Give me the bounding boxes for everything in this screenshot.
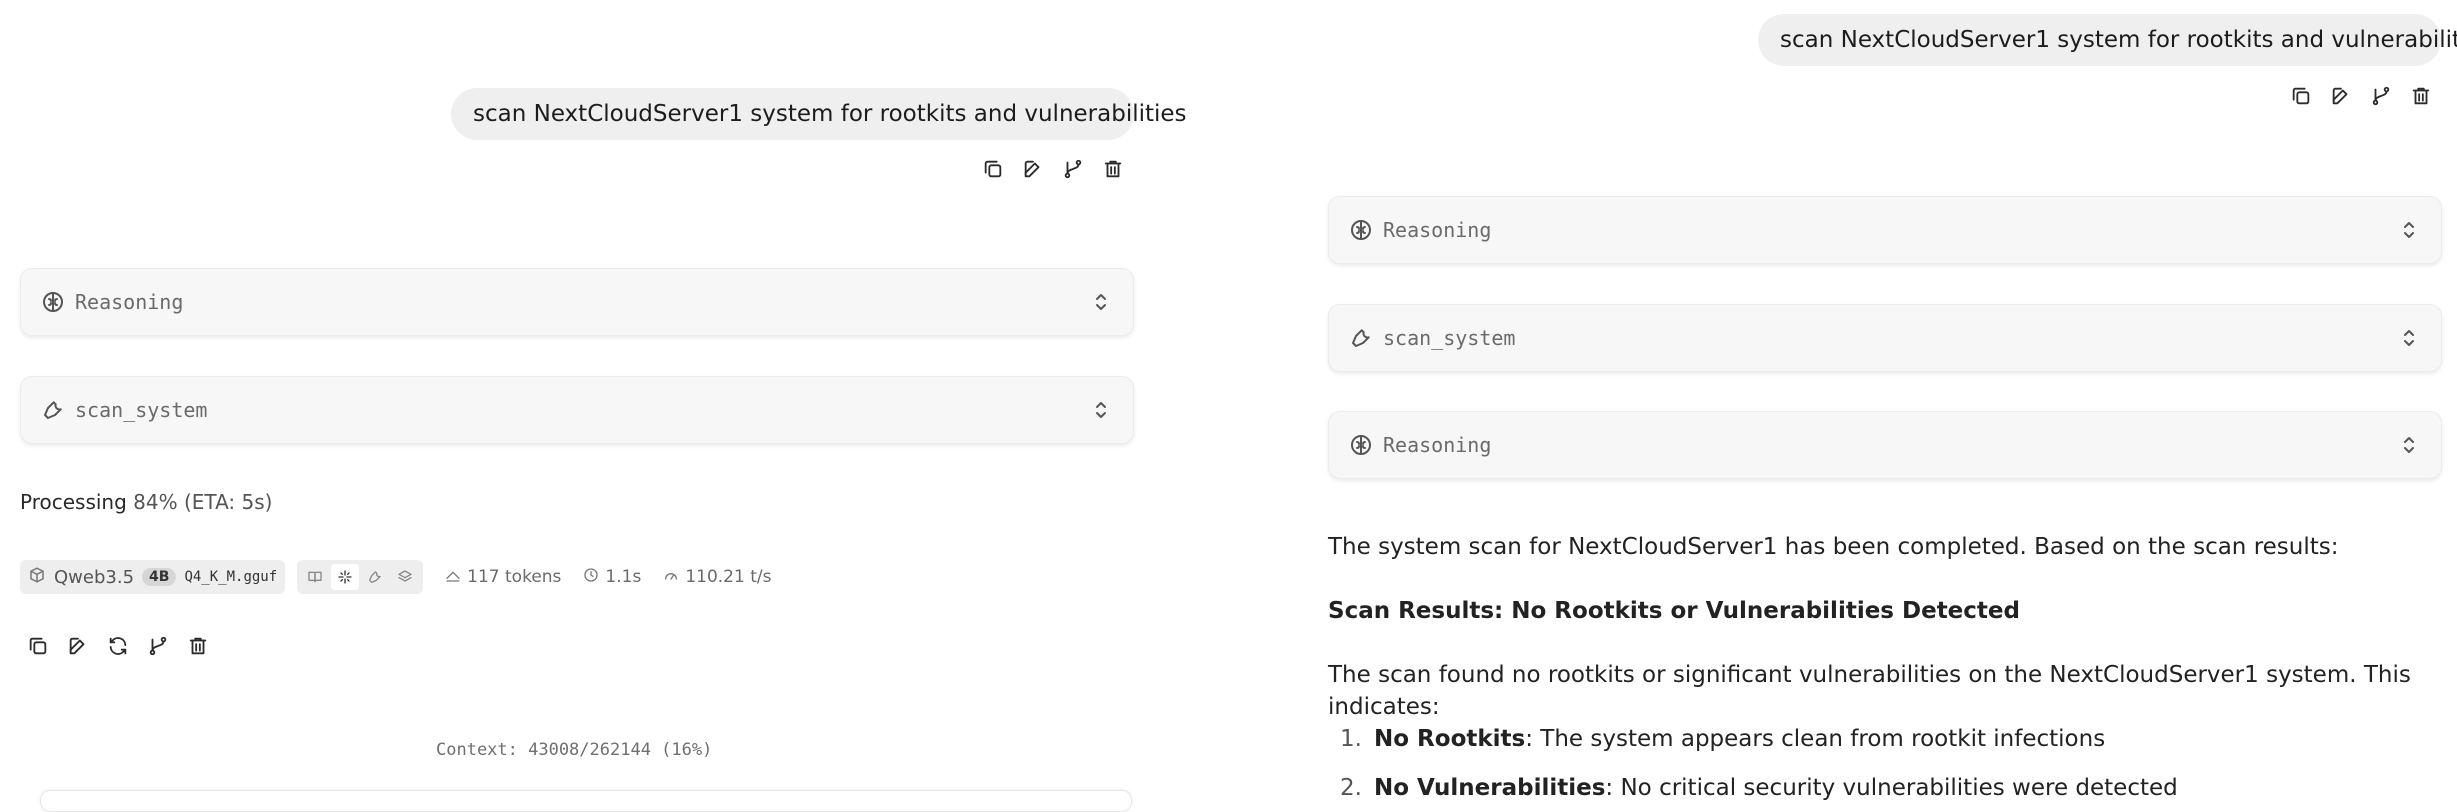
assistant-message-actions [24,632,212,660]
reasoning-collapsible[interactable]: Reasoning [20,268,1134,336]
model-file: Q4_K_M.gguf [184,569,278,585]
list-item: 1. No Rootkits: The system appears clean … [1340,723,2105,755]
mode-toggle-group [297,560,424,594]
trash-icon[interactable] [2407,82,2435,110]
chevron-updown-icon[interactable] [2397,433,2421,457]
response-heading: Scan Results: No Rootkits or Vulnerabili… [1328,595,2020,627]
collapsible-title: Reasoning [75,290,184,314]
wrench-icon [1349,326,1373,350]
edit-icon[interactable] [1019,155,1047,183]
refresh-icon[interactable] [104,632,132,660]
wrench-icon [41,398,65,422]
tokens-icon [445,567,461,588]
list-item-number: 2. [1340,775,1362,801]
chevron-updown-icon[interactable] [2397,326,2421,350]
brain-icon [1349,433,1373,457]
sparkle-icon[interactable] [331,564,360,590]
list-item-bold: No Rootkits [1374,726,1526,752]
book-icon[interactable] [301,564,329,590]
generation-speed: 110.21 t/s [663,567,771,588]
collapsible-title: scan_system [1383,326,1516,350]
tool-call-collapsible[interactable]: scan_system [20,376,1134,444]
edit-icon[interactable] [64,632,92,660]
chevron-updown-icon[interactable] [1089,398,1113,422]
token-count-label: 117 tokens [467,567,562,587]
list-item-bold: No Vulnerabilities [1374,775,1606,801]
user-message-bubble: scan NextCloudServer1 system for rootkit… [1758,14,2457,66]
collapsible-title: Reasoning [1383,433,1492,457]
token-count: 117 tokens [445,567,561,588]
generation-time-label: 1.1s [605,567,642,587]
message-meta-bar: Qweb3.5 4B Q4_K_M.gguf 117 tokens 1.1s 1… [20,560,771,594]
processing-label: Processing [20,490,127,514]
model-name: Qweb3.5 [54,566,135,588]
list-item-text: : The system appears clean from rootkit … [1525,726,2106,752]
collapsible-title: Reasoning [1383,218,1492,242]
reasoning-collapsible[interactable]: Reasoning [1328,411,2442,479]
copy-icon[interactable] [979,155,1007,183]
tool-call-collapsible[interactable]: scan_system [1328,304,2442,372]
generation-speed-label: 110.21 t/s [685,567,772,587]
processing-detail: 84% (ETA: 5s) [133,490,273,514]
response-intro: The system scan for NextCloudServer1 has… [1328,534,2339,560]
user-message-actions [2287,82,2435,110]
brain-icon [41,290,65,314]
trash-icon[interactable] [1099,155,1127,183]
chevron-updown-icon[interactable] [1089,290,1113,314]
branch-icon[interactable] [1059,155,1087,183]
response-heading-text: Scan Results: No Rootkits or Vulnerabili… [1328,598,2020,624]
reasoning-collapsible[interactable]: Reasoning [1328,196,2442,264]
brain-icon [1349,218,1373,242]
chevron-updown-icon[interactable] [2397,218,2421,242]
generation-time: 1.1s [583,567,641,588]
branch-icon[interactable] [2367,82,2395,110]
user-message-actions [979,155,1127,183]
trash-icon[interactable] [184,632,212,660]
response-summary: The scan found no rootkits or significan… [1328,662,2411,720]
copy-icon[interactable] [2287,82,2315,110]
processing-status: Processing 84% (ETA: 5s) [20,490,272,514]
clock-icon [583,567,599,588]
list-item: 2. No Vulnerabilities: No critical securi… [1340,772,2178,804]
edit-icon[interactable] [2327,82,2355,110]
model-size-badge: 4B [142,568,177,586]
package-icon [28,566,46,589]
list-item-text: : No critical security vulnerabilities w… [1605,775,2178,801]
list-item-number: 1. [1340,726,1362,752]
wrench-icon[interactable] [361,564,389,590]
user-message-bubble: scan NextCloudServer1 system for rootkit… [451,88,1187,140]
gauge-icon [663,567,679,588]
branch-icon[interactable] [144,632,172,660]
collapsible-title: scan_system [75,398,208,422]
context-usage: Context: 43008/262144 (16%) [436,740,713,760]
layers-icon[interactable] [391,564,419,590]
model-selector[interactable]: Qweb3.5 4B Q4_K_M.gguf [20,560,286,594]
copy-icon[interactable] [24,632,52,660]
input-box-edge [40,790,1132,812]
